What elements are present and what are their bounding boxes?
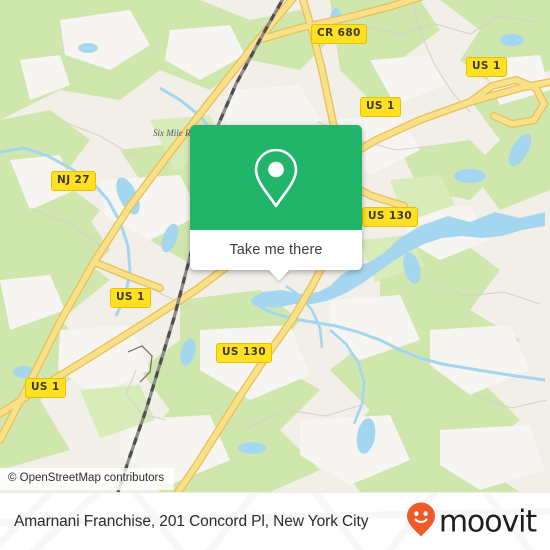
water-label-six-mile-run: Six Mile R bbox=[153, 128, 191, 138]
location-popup-card[interactable]: Take me there bbox=[190, 125, 362, 281]
road-shield-nj-27[interactable]: NJ 27 bbox=[51, 171, 96, 191]
road-shield-us-130-south[interactable]: US 130 bbox=[216, 343, 273, 363]
popup-tail-pointer bbox=[268, 269, 290, 281]
map-screenshot: Six Mile R CR 680 US 1 US 1 NJ 27 US 130… bbox=[0, 0, 550, 550]
page-title: Amarnani Franchise, 201 Concord Pl, New … bbox=[14, 513, 369, 530]
moovit-logo[interactable]: moovit bbox=[406, 502, 537, 543]
footer-bar: Amarnani Franchise, 201 Concord Pl, New … bbox=[0, 492, 550, 550]
moovit-smiley-pin-icon bbox=[406, 502, 436, 543]
popup-footer[interactable]: Take me there bbox=[190, 230, 362, 281]
road-shield-cr-680[interactable]: CR 680 bbox=[311, 24, 367, 44]
road-shield-us-1-northeast[interactable]: US 1 bbox=[466, 57, 507, 77]
osm-attribution[interactable]: © OpenStreetMap contributors bbox=[0, 468, 175, 490]
take-me-there-button[interactable]: Take me there bbox=[229, 242, 322, 258]
moovit-wordmark: moovit bbox=[438, 504, 537, 539]
road-shield-us-1-southwest[interactable]: US 1 bbox=[25, 378, 66, 398]
road-shield-us-1-west[interactable]: US 1 bbox=[110, 288, 151, 308]
popup-hero-panel bbox=[190, 125, 362, 230]
map-canvas[interactable]: Six Mile R CR 680 US 1 US 1 NJ 27 US 130… bbox=[0, 0, 550, 492]
map-pin-icon bbox=[250, 146, 302, 210]
road-shield-us-1-north[interactable]: US 1 bbox=[360, 97, 401, 117]
road-shield-us-130-east[interactable]: US 130 bbox=[362, 207, 419, 227]
